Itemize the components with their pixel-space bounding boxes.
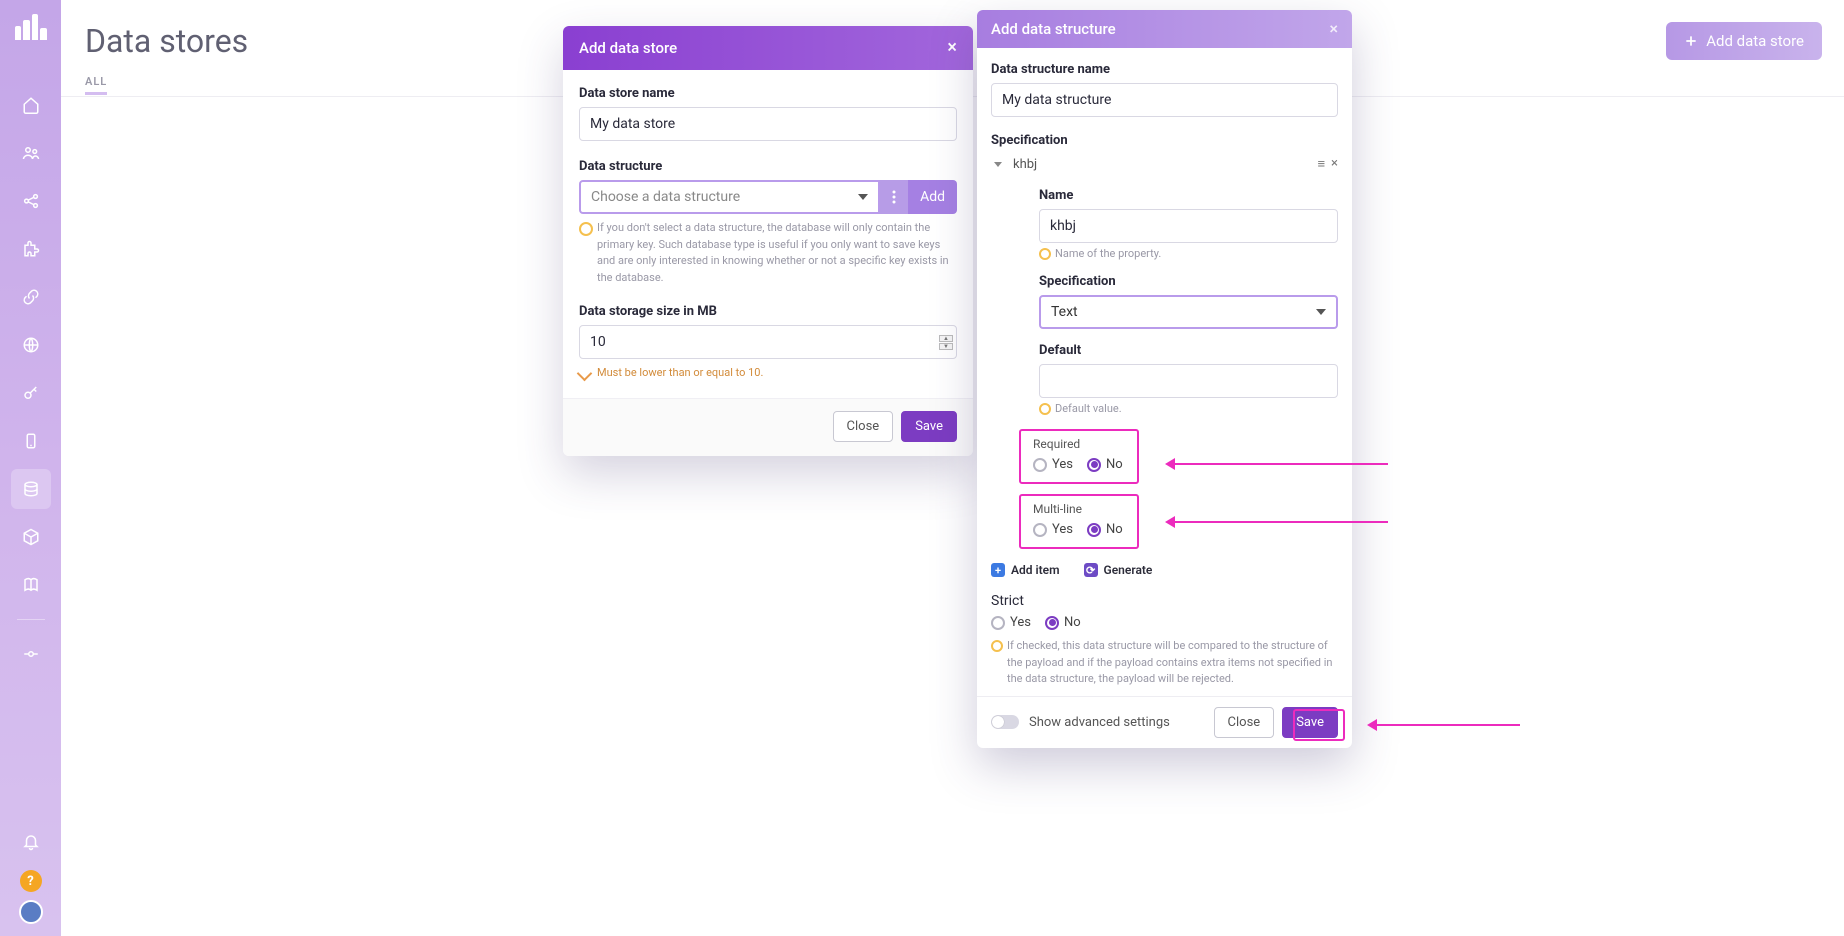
prop-spec-select[interactable]: Text — [1039, 295, 1338, 329]
structure-placeholder: Choose a data structure — [591, 189, 740, 205]
modal2-title: Add data structure — [991, 20, 1116, 38]
structure-add-button[interactable]: Add — [908, 180, 957, 214]
prop-spec-label: Specification — [1039, 274, 1338, 289]
advanced-label: Show advanced settings — [1029, 715, 1170, 730]
struct-name-input[interactable] — [991, 83, 1338, 117]
required-group: Required Yes No — [1019, 429, 1139, 484]
multiline-no[interactable]: No — [1087, 522, 1123, 537]
strict-yes[interactable]: Yes — [991, 615, 1031, 630]
required-no[interactable]: No — [1087, 457, 1123, 472]
mobile-icon[interactable] — [11, 421, 51, 461]
prop-default-hint: Default value. — [1039, 402, 1338, 415]
add-data-store-modal: Add data store × Data store name Data st… — [563, 26, 973, 456]
prop-name-label: Name — [1039, 188, 1338, 203]
required-yes[interactable]: Yes — [1033, 457, 1073, 472]
chevron-down-icon[interactable] — [991, 157, 1005, 171]
page-title: Data stores — [85, 22, 248, 60]
share-icon[interactable] — [11, 181, 51, 221]
chevron-down-icon — [1316, 309, 1326, 315]
modal-header: Add data store × — [563, 26, 973, 70]
users-icon[interactable] — [11, 133, 51, 173]
reorder-icon[interactable]: ≡ — [1317, 156, 1325, 172]
close-button[interactable]: Close — [833, 411, 894, 442]
add-data-store-button[interactable]: Add data store — [1666, 22, 1822, 60]
size-hint: Must be lower than or equal to 10. — [579, 365, 957, 382]
structure-hint: If you don't select a data structure, th… — [579, 220, 957, 286]
size-label: Data storage size in MB — [579, 304, 957, 319]
remove-icon[interactable]: × — [1331, 156, 1338, 172]
sidebar: ? — [0, 0, 61, 936]
plus-icon: + — [991, 563, 1005, 577]
help-icon[interactable]: ? — [20, 870, 42, 892]
cube-icon[interactable] — [11, 517, 51, 557]
multiline-group: Multi-line Yes No — [1019, 494, 1139, 549]
filter-tab-all[interactable]: ALL — [85, 75, 107, 95]
store-name-label: Data store name — [579, 86, 957, 101]
struct-name-label: Data structure name — [991, 62, 1338, 77]
close-button[interactable]: Close — [1214, 707, 1275, 738]
spec-item-header: khbj ≡ × — [991, 154, 1338, 180]
prop-default-label: Default — [1039, 343, 1338, 358]
link-icon[interactable] — [11, 277, 51, 317]
avatar[interactable] — [19, 900, 43, 924]
close-icon[interactable]: × — [1329, 21, 1338, 37]
add-item-button[interactable]: +Add item — [991, 563, 1060, 577]
modal-title: Add data store — [579, 39, 677, 57]
prop-name-hint: Name of the property. — [1039, 247, 1338, 260]
save-button[interactable]: Save — [1282, 707, 1338, 738]
book-icon[interactable] — [11, 565, 51, 605]
make-logo[interactable] — [15, 14, 47, 40]
close-icon[interactable]: × — [947, 39, 957, 57]
add-data-store-label: Add data store — [1706, 32, 1804, 50]
annotation-arrow — [1168, 521, 1388, 523]
strict-no[interactable]: No — [1045, 615, 1081, 630]
bell-icon[interactable] — [11, 822, 51, 862]
strict-label: Strict — [991, 593, 1338, 609]
advanced-toggle[interactable] — [991, 715, 1019, 729]
annotation-arrow — [1168, 463, 1388, 465]
spec-section-label: Specification — [991, 133, 1338, 148]
home-icon[interactable] — [11, 85, 51, 125]
prop-name-input[interactable] — [1039, 209, 1338, 243]
puzzle-icon[interactable] — [11, 229, 51, 269]
generate-button[interactable]: ⟳Generate — [1084, 563, 1153, 577]
prop-spec-value: Text — [1051, 304, 1078, 320]
size-input[interactable] — [579, 325, 957, 359]
add-data-structure-modal: Add data structure × Data structure name… — [977, 10, 1352, 748]
spec-item-title: khbj — [1013, 157, 1037, 172]
chevron-down-icon — [858, 194, 868, 200]
multiline-yes[interactable]: Yes — [1033, 522, 1073, 537]
key-icon[interactable] — [11, 373, 51, 413]
number-stepper[interactable]: ▲▼ — [939, 329, 953, 355]
prop-default-input[interactable] — [1039, 364, 1338, 398]
required-label: Required — [1033, 437, 1125, 451]
modal2-header: Add data structure × — [977, 10, 1352, 48]
generate-icon: ⟳ — [1084, 563, 1098, 577]
save-button[interactable]: Save — [901, 411, 957, 442]
structure-menu-button[interactable] — [880, 180, 908, 214]
store-name-input[interactable] — [579, 107, 957, 141]
globe-icon[interactable] — [11, 325, 51, 365]
database-icon[interactable] — [11, 469, 51, 509]
commit-icon[interactable] — [11, 634, 51, 674]
structure-select[interactable]: Choose a data structure — [579, 180, 880, 214]
multiline-label: Multi-line — [1033, 502, 1125, 516]
annotation-arrow — [1370, 724, 1520, 726]
strict-hint: If checked, this data structure will be … — [991, 638, 1338, 688]
structure-label: Data structure — [579, 159, 957, 174]
